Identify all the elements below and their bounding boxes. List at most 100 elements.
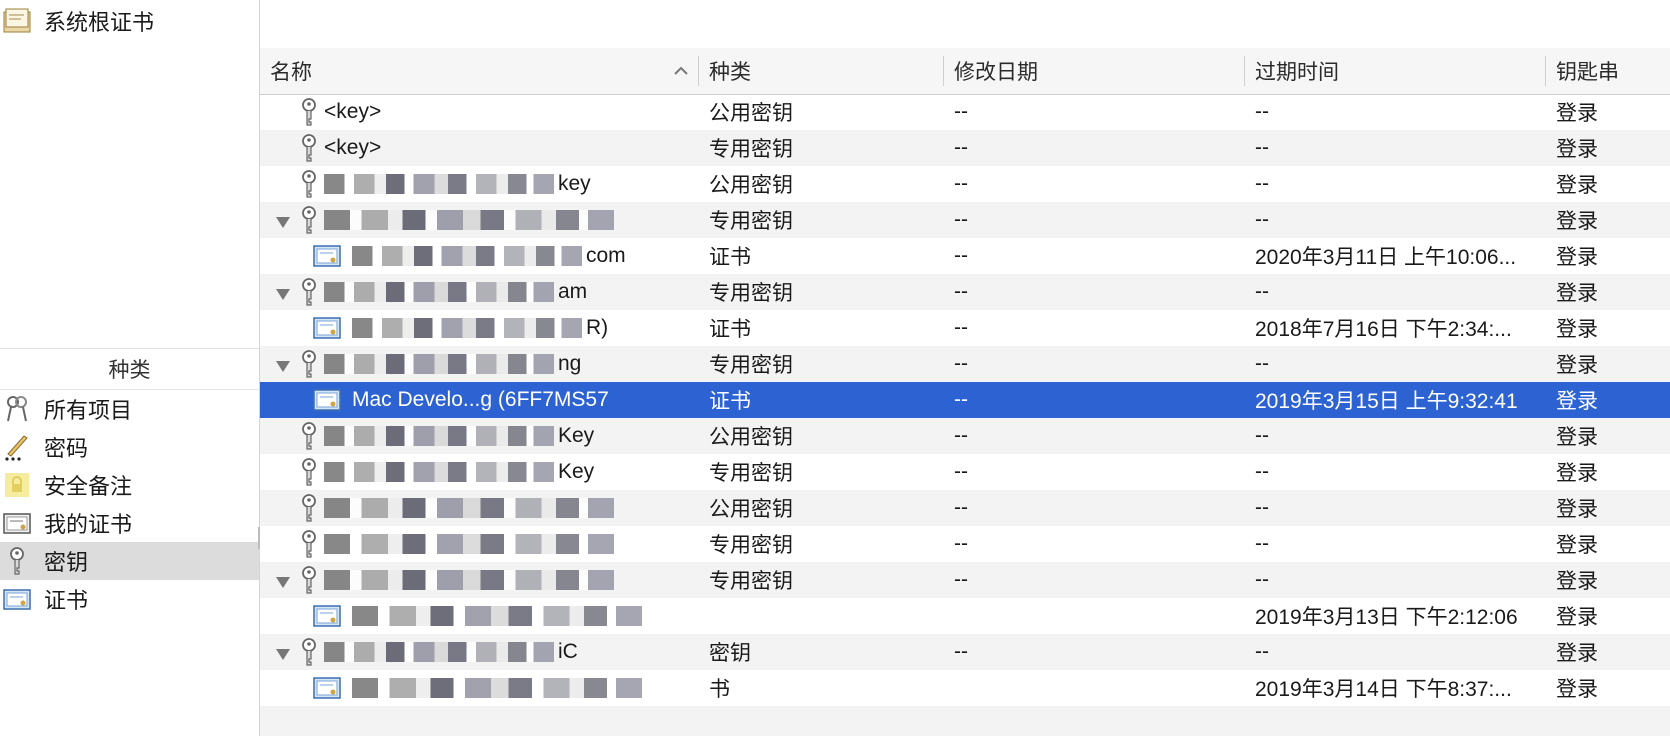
cell-kind: 公用密钥: [709, 498, 793, 521]
cell-keychain: 登录: [1556, 390, 1598, 413]
key-icon: [294, 169, 324, 199]
cell-kind: 密钥: [709, 642, 751, 665]
key-icon: [0, 544, 34, 578]
cell-keychain: 登录: [1556, 606, 1598, 629]
sidebar-item-label: 证书: [44, 588, 89, 613]
cell-name: [352, 598, 690, 634]
cell-kind: 专用密钥: [709, 354, 793, 377]
redacted-text: [324, 354, 554, 374]
table-row[interactable]: 专用密钥 -- -- 登录: [260, 562, 1670, 598]
cell-expires: --: [1255, 172, 1269, 195]
sort-ascending-icon: [674, 66, 688, 75]
cell-modified: --: [954, 532, 968, 555]
sidebar-item-label: 密钥: [44, 550, 89, 575]
table-row[interactable]: iC 密钥 -- -- 登录: [260, 634, 1670, 670]
redacted-text: [352, 606, 642, 626]
cell-keychain: 登录: [1556, 102, 1598, 125]
cell-kind: 专用密钥: [709, 462, 793, 485]
cell-modified: [954, 598, 1240, 634]
cell-modified: --: [954, 388, 968, 411]
cell-name: <key>: [324, 136, 382, 159]
cell-name: iC: [324, 634, 690, 670]
sidebar-item-label: 我的证书: [44, 512, 133, 537]
cell-expires: --: [1255, 532, 1269, 555]
cell-expires: 2018年7月16日 下午2:34:...: [1255, 318, 1512, 341]
cell-kind: 书: [709, 678, 730, 701]
cell-keychain: 登录: [1556, 462, 1598, 485]
table-row[interactable]: R) 证书 -- 2018年7月16日 下午2:34:... 登录: [260, 310, 1670, 346]
column-header-modified[interactable]: 修改日期: [944, 48, 1244, 94]
cell-kind: 专用密钥: [709, 570, 793, 593]
cell-kind: 专用密钥: [709, 210, 793, 233]
disclosure-triangle-icon[interactable]: [274, 356, 292, 372]
disclosure-triangle-icon[interactable]: [274, 572, 292, 588]
disclosure-triangle-icon[interactable]: [274, 644, 292, 660]
cell-expires: --: [1255, 640, 1269, 663]
cell-expires: --: [1255, 568, 1269, 591]
info-strip: [260, 0, 1670, 49]
cell-modified: --: [954, 640, 968, 663]
sidebar-item-passwords[interactable]: 密码: [0, 428, 259, 466]
sidebar-item-secure-notes[interactable]: 安全备注: [0, 466, 259, 504]
cell-name: Key: [324, 418, 690, 454]
table-row[interactable]: ng 专用密钥 -- -- 登录: [260, 346, 1670, 382]
sidebar-item-my-certificates[interactable]: 我的证书: [0, 504, 259, 542]
cell-name: Mac Develo...g (6FF7MS57: [352, 388, 609, 411]
key-icon: [294, 565, 324, 595]
cell-kind: 专用密钥: [709, 138, 793, 161]
redacted-text: [324, 210, 614, 230]
table-row[interactable]: com 证书 -- 2020年3月11日 上午10:06... 登录: [260, 238, 1670, 274]
cell-kind: 证书: [709, 390, 751, 413]
key-icon: [294, 97, 324, 127]
cell-name: am: [324, 274, 690, 310]
column-header-kind[interactable]: 种类: [699, 48, 943, 94]
table-row[interactable]: Key 专用密钥 -- -- 登录: [260, 454, 1670, 490]
cell-name: [324, 526, 690, 562]
cell-expires: --: [1255, 280, 1269, 303]
table-row[interactable]: 公用密钥 -- -- 登录: [260, 490, 1670, 526]
cell-name: com: [352, 238, 690, 274]
table-row[interactable]: am 专用密钥 -- -- 登录: [260, 274, 1670, 310]
column-header-name[interactable]: 名称: [260, 48, 698, 94]
table-row[interactable]: Mac Develo...g (6FF7MS57 证书 -- 2019年3月15日 上…: [260, 382, 1670, 418]
cell-keychain: 登录: [1556, 318, 1598, 341]
redacted-text: [324, 282, 554, 302]
sidebar-item-label: 系统根证书: [44, 10, 155, 35]
sidebar-item-label: 所有项目: [44, 398, 133, 423]
redacted-text: [352, 318, 582, 338]
sidebar-item-keys[interactable]: 密钥: [0, 542, 259, 580]
cell-expires: 2019年3月13日 下午2:12:06: [1255, 606, 1518, 629]
sidebar-item-system-roots[interactable]: 系统根证书: [0, 2, 259, 40]
certificate-icon: [312, 313, 342, 343]
cell-kind: 专用密钥: [709, 282, 793, 305]
cell-name: [352, 670, 690, 706]
redacted-text: [324, 462, 554, 482]
sidebar-item-label: 密码: [44, 436, 89, 461]
certificate-icon: [312, 241, 342, 271]
table-row[interactable]: 书 2019年3月14日 下午8:37:... 登录: [260, 670, 1670, 706]
table-row[interactable]: key 公用密钥 -- -- 登录: [260, 166, 1670, 202]
cell-modified: --: [954, 136, 968, 159]
sidebar-item-certificates[interactable]: 证书: [0, 580, 259, 618]
cell-keychain: 登录: [1556, 282, 1598, 305]
cell-expires: --: [1255, 496, 1269, 519]
disclosure-triangle-icon[interactable]: [274, 284, 292, 300]
table-row[interactable]: Key 公用密钥 -- -- 登录: [260, 418, 1670, 454]
cell-modified: --: [954, 496, 968, 519]
table-row[interactable]: 专用密钥 -- -- 登录: [260, 202, 1670, 238]
column-header-keychain[interactable]: 钥匙串: [1546, 48, 1670, 94]
cell-keychain: 登录: [1556, 138, 1598, 161]
table-row[interactable]: <key> 专用密钥 -- -- 登录: [260, 130, 1670, 166]
table-row[interactable]: 专用密钥 -- -- 登录: [260, 526, 1670, 562]
cell-name: [324, 202, 690, 238]
table-row[interactable]: <key> 公用密钥 -- -- 登录: [260, 94, 1670, 130]
column-header-expires[interactable]: 过期时间: [1245, 48, 1545, 94]
table-row[interactable]: 2019年3月13日 下午2:12:06 登录: [260, 598, 1670, 634]
cell-keychain: 登录: [1556, 534, 1598, 557]
key-icon: [294, 529, 324, 559]
redacted-text: [352, 678, 642, 698]
key-icon: [294, 133, 324, 163]
disclosure-triangle-icon[interactable]: [274, 212, 292, 228]
redacted-text: [324, 534, 614, 554]
sidebar-item-all-items[interactable]: 所有项目: [0, 390, 259, 428]
